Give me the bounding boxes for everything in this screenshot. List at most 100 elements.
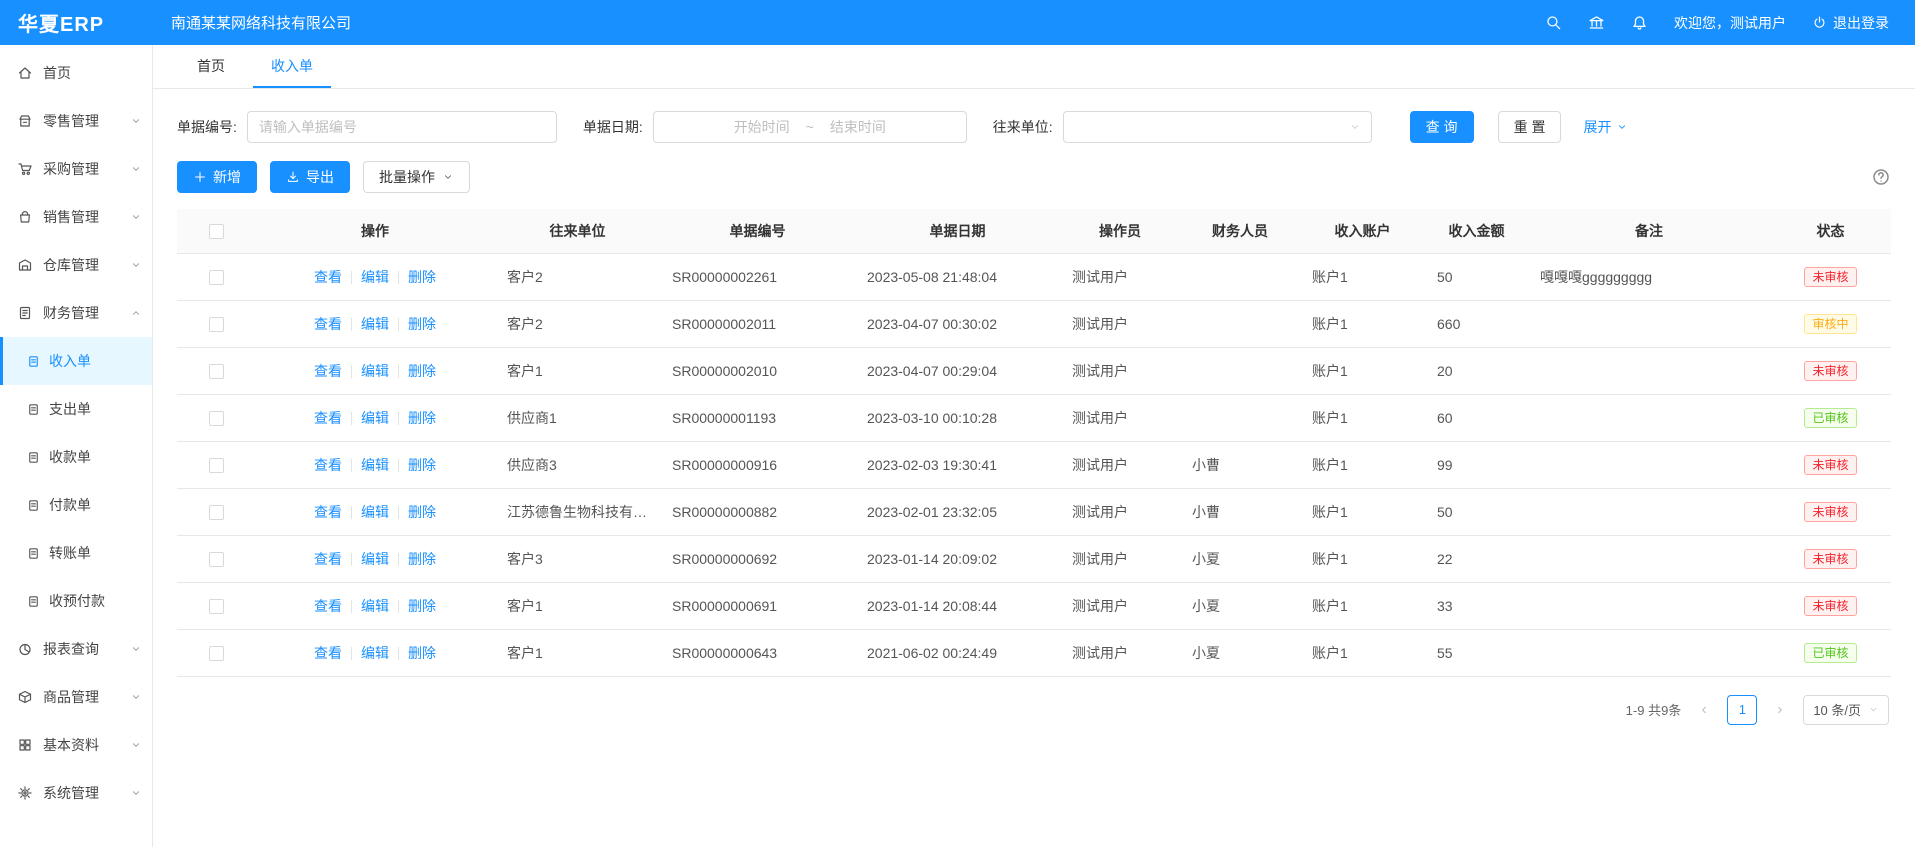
export-button[interactable]: 导出 [270, 161, 350, 193]
row-action-view[interactable]: 查看 [314, 551, 342, 567]
help-icon[interactable] [1871, 167, 1891, 187]
row-action-delete[interactable]: 删除 [408, 645, 436, 661]
row-checkbox[interactable] [209, 599, 224, 614]
row-action-view[interactable]: 查看 [314, 504, 342, 520]
bill-no-input[interactable] [247, 111, 557, 143]
row-action-view[interactable]: 查看 [314, 410, 342, 426]
chevron-left-icon [1698, 704, 1710, 716]
cell-remark [1528, 535, 1770, 582]
row-action-edit[interactable]: 编辑 [361, 363, 389, 379]
welcome-text: 欢迎您，测试用户 [1674, 13, 1786, 33]
plus-icon [193, 170, 207, 184]
sidebar-item-home[interactable]: 首页 [0, 49, 152, 97]
row-action-edit[interactable]: 编辑 [361, 269, 389, 285]
row-action-delete[interactable]: 删除 [408, 504, 436, 520]
tab-home[interactable]: 首页 [179, 45, 243, 88]
row-action-edit[interactable]: 编辑 [361, 504, 389, 520]
row-action-delete[interactable]: 删除 [408, 598, 436, 614]
cell-partner: 客户1 [495, 347, 660, 394]
cell-amount: 660 [1425, 300, 1528, 347]
row-checkbox[interactable] [209, 317, 224, 332]
row-action-delete[interactable]: 删除 [408, 551, 436, 567]
tab-income[interactable]: 收入单 [253, 45, 331, 88]
logout-button[interactable]: 退出登录 [1812, 13, 1889, 33]
row-action-edit[interactable]: 编辑 [361, 457, 389, 473]
row-action-view[interactable]: 查看 [314, 457, 342, 473]
search-icon[interactable] [1545, 14, 1562, 31]
sidebar-item-warehouse[interactable]: 仓库管理 [0, 241, 152, 289]
row-action-delete[interactable]: 删除 [408, 363, 436, 379]
sidebar-subitem-label: 付款单 [49, 495, 144, 515]
row-action-view[interactable]: 查看 [314, 598, 342, 614]
row-action-view[interactable]: 查看 [314, 316, 342, 332]
document-icon [26, 354, 41, 369]
row-action-edit[interactable]: 编辑 [361, 410, 389, 426]
cell-operator: 测试用户 [1060, 629, 1180, 676]
expand-link[interactable]: 展开 [1583, 117, 1628, 137]
select-all-checkbox[interactable] [209, 224, 224, 239]
cell-date: 2023-02-03 19:30:41 [855, 441, 1060, 488]
cell-partner: 供应商1 [495, 394, 660, 441]
sidebar-item-system[interactable]: 系统管理 [0, 769, 152, 817]
sidebar-subitem-transfer[interactable]: 转账单 [0, 529, 152, 577]
sidebar-item-label: 首页 [43, 63, 142, 83]
row-action-edit[interactable]: 编辑 [361, 316, 389, 332]
row-action-edit[interactable]: 编辑 [361, 598, 389, 614]
action-divider [398, 600, 399, 613]
sidebar-subitem-prepaid[interactable]: 收预付款 [0, 577, 152, 625]
date-range-picker[interactable]: 开始时间 ~ 结束时间 [653, 111, 967, 143]
page-size-select[interactable]: 10 条/页 [1803, 695, 1889, 725]
row-action-delete[interactable]: 删除 [408, 316, 436, 332]
bank-icon[interactable] [1588, 14, 1605, 31]
bell-icon[interactable] [1631, 14, 1648, 31]
row-checkbox[interactable] [209, 505, 224, 520]
status-badge: 未审核 [1804, 455, 1856, 475]
partner-select[interactable] [1063, 111, 1372, 143]
row-checkbox[interactable] [209, 411, 224, 426]
sidebar-item-basic[interactable]: 基本资料 [0, 721, 152, 769]
row-action-delete[interactable]: 删除 [408, 410, 436, 426]
sidebar-subitem-receipt[interactable]: 收款单 [0, 433, 152, 481]
add-button[interactable]: 新增 [177, 161, 257, 193]
row-checkbox[interactable] [209, 458, 224, 473]
cell-amount: 50 [1425, 253, 1528, 300]
cell-operator: 测试用户 [1060, 394, 1180, 441]
cell-operator: 测试用户 [1060, 535, 1180, 582]
row-action-edit[interactable]: 编辑 [361, 551, 389, 567]
sidebar-item-report[interactable]: 报表查询 [0, 625, 152, 673]
sidebar-subitem-payment[interactable]: 付款单 [0, 481, 152, 529]
cell-date: 2023-01-14 20:08:44 [855, 582, 1060, 629]
row-checkbox[interactable] [209, 646, 224, 661]
purchase-icon [17, 161, 33, 177]
reset-button[interactable]: 重 置 [1498, 111, 1562, 143]
action-divider [351, 318, 352, 331]
sidebar-subitem-income[interactable]: 收入单 [0, 337, 152, 385]
row-checkbox[interactable] [209, 364, 224, 379]
current-page-button[interactable]: 1 [1727, 695, 1757, 725]
chevron-down-icon [130, 259, 142, 271]
row-action-delete[interactable]: 删除 [408, 457, 436, 473]
search-button[interactable]: 查 询 [1410, 111, 1474, 143]
page-size-label: 10 条/页 [1813, 700, 1861, 719]
row-action-view[interactable]: 查看 [314, 363, 342, 379]
row-checkbox[interactable] [209, 270, 224, 285]
batch-actions-button[interactable]: 批量操作 [363, 161, 470, 193]
sidebar-item-sale[interactable]: 销售管理 [0, 193, 152, 241]
sidebar-item-goods[interactable]: 商品管理 [0, 673, 152, 721]
sidebar-item-finance[interactable]: 财务管理 [0, 289, 152, 337]
chevron-down-icon [130, 643, 142, 655]
sidebar-item-purchase[interactable]: 采购管理 [0, 145, 152, 193]
row-checkbox[interactable] [209, 552, 224, 567]
sidebar-subitem-expense[interactable]: 支出单 [0, 385, 152, 433]
row-action-view[interactable]: 查看 [314, 269, 342, 285]
cell-status: 未审核 [1770, 535, 1891, 582]
document-icon [26, 594, 41, 609]
sidebar-item-label: 仓库管理 [43, 255, 130, 275]
row-action-view[interactable]: 查看 [314, 645, 342, 661]
sidebar-item-retail[interactable]: 零售管理 [0, 97, 152, 145]
finance-icon [17, 305, 33, 321]
row-action-delete[interactable]: 删除 [408, 269, 436, 285]
row-action-edit[interactable]: 编辑 [361, 645, 389, 661]
prev-page-button[interactable] [1691, 696, 1717, 724]
next-page-button[interactable] [1767, 696, 1793, 724]
